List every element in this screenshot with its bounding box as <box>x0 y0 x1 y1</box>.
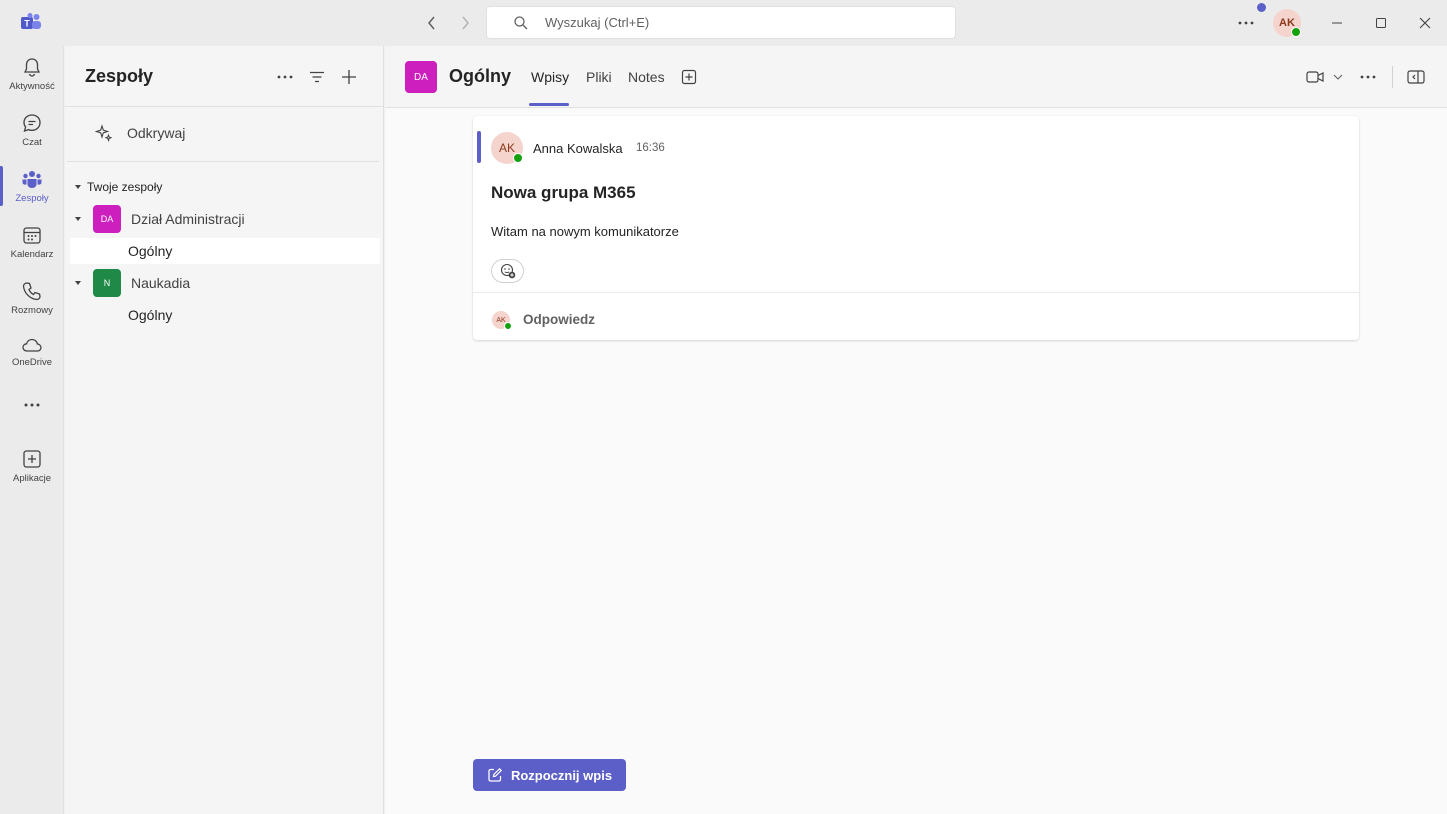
channel-title: Ogólny <box>449 66 511 86</box>
post-card: AK Anna Kowalska 16:36 Nowa grupa M365 W… <box>473 116 1359 340</box>
team-initials: DA <box>100 214 114 224</box>
section-label: Twoje zespoły <box>87 180 163 194</box>
rail-item-chat[interactable]: Czat <box>0 106 64 160</box>
add-team-icon[interactable] <box>338 66 360 88</box>
chevron-down-icon <box>75 281 81 285</box>
tab-notes[interactable]: Notes <box>628 69 665 85</box>
chevron-down-icon <box>75 217 81 221</box>
channel-avatar: DA <box>405 61 437 93</box>
rail-label: Aktywność <box>9 81 55 92</box>
filter-icon[interactable] <box>306 66 328 88</box>
channel-initials: DA <box>414 71 428 83</box>
emoji-add-icon <box>500 263 515 279</box>
post-subject: Nowa grupa M365 <box>491 183 636 202</box>
channel-header: DA Ogólny Wpisy Pliki Notes <box>385 46 1447 108</box>
divider <box>65 106 384 107</box>
panel-title: Zespoły <box>85 66 154 86</box>
video-call-icon[interactable] <box>1306 66 1324 88</box>
presence-available-icon <box>1291 27 1301 37</box>
title-bar: T AK <box>0 0 1447 46</box>
rail-label: Czat <box>22 137 42 148</box>
add-tab-icon[interactable] <box>681 66 697 88</box>
channel-name: Ogólny <box>128 243 173 259</box>
discover-label: Odkrywaj <box>127 125 186 141</box>
presence-available-icon <box>504 322 512 330</box>
channel-item-ogolny[interactable]: Ogólny <box>70 302 380 328</box>
discover-item[interactable]: Odkrywaj <box>95 124 185 142</box>
chat-icon <box>23 114 41 133</box>
app-rail: Aktywność Czat Zespoły Kalendarz Rozmowy… <box>0 46 64 814</box>
post-body: Witam na nowym komunikatorze <box>491 224 679 239</box>
rail-label: Kalendarz <box>10 249 54 260</box>
add-app-icon <box>23 450 41 468</box>
rail-label: Rozmowy <box>11 305 53 316</box>
search-box[interactable] <box>486 6 956 39</box>
cloud-icon <box>22 338 42 352</box>
team-avatar: N <box>93 269 121 297</box>
teams-panel: Zespoły Odkrywaj Twoje zespoły DA Dział … <box>65 46 384 814</box>
start-post-label: Rozpocznij wpis <box>510 767 613 783</box>
team-avatar: DA <box>93 205 121 233</box>
close-icon[interactable] <box>1412 10 1438 36</box>
rail-item-calls[interactable]: Rozmowy <box>0 274 64 328</box>
notification-dot <box>1257 3 1266 12</box>
calendar-icon <box>23 227 41 244</box>
rail-label: Aplikacje <box>12 473 52 484</box>
divider <box>1392 66 1393 88</box>
chevron-down-icon <box>75 185 81 189</box>
rail-item-onedrive[interactable]: OneDrive <box>0 330 64 384</box>
more-options-icon[interactable] <box>1236 13 1256 33</box>
phone-icon <box>22 282 41 301</box>
channel-name: Ogólny <box>128 307 173 323</box>
post-accent-bar <box>477 131 481 163</box>
divider <box>67 161 379 162</box>
back-arrow-icon[interactable] <box>422 13 442 33</box>
channel-main: DA Ogólny Wpisy Pliki Notes AK Anna Kowa… <box>385 46 1447 814</box>
sparkle-icon <box>95 124 113 142</box>
more-icon <box>24 403 40 407</box>
team-item-dzial-administracji[interactable]: DA Dział Administracji <box>75 205 245 233</box>
post-author[interactable]: Anna Kowalska <box>533 141 623 156</box>
start-post-button[interactable]: Rozpocznij wpis <box>473 759 626 791</box>
maximize-icon[interactable] <box>1368 10 1394 36</box>
add-reaction-button[interactable] <box>491 259 524 283</box>
svg-text:T: T <box>24 19 30 29</box>
channel-item-ogolny[interactable]: Ogólny <box>70 238 380 264</box>
minimize-icon[interactable] <box>1324 10 1350 36</box>
teams-logo-icon: T <box>21 13 41 29</box>
rail-label: OneDrive <box>11 357 53 368</box>
rail-item-teams[interactable]: Zespoły <box>0 162 64 216</box>
active-tab-indicator <box>529 103 569 106</box>
open-pane-icon[interactable] <box>1407 66 1425 88</box>
forward-arrow-icon[interactable] <box>455 13 475 33</box>
channel-more-icon[interactable] <box>1360 66 1376 88</box>
rail-item-more[interactable] <box>0 392 64 418</box>
team-item-naukadia[interactable]: N Naukadia <box>75 269 190 297</box>
bell-icon <box>23 58 41 77</box>
search-input[interactable] <box>545 15 925 30</box>
panel-more-icon[interactable] <box>274 66 296 88</box>
rail-item-apps[interactable]: Aplikacje <box>0 442 64 496</box>
compose-icon <box>488 767 502 782</box>
reply-button[interactable]: Odpowiedz <box>523 312 595 327</box>
team-name: Dział Administracji <box>131 211 245 227</box>
chevron-down-icon[interactable] <box>1333 66 1343 88</box>
search-icon <box>514 15 528 29</box>
team-name: Naukadia <box>131 275 191 291</box>
tab-posts[interactable]: Wpisy <box>531 69 569 85</box>
author-initials: AK <box>498 141 515 155</box>
your-teams-header[interactable]: Twoje zespoły <box>75 180 162 194</box>
rail-item-activity[interactable]: Aktywność <box>0 50 64 104</box>
rail-item-calendar[interactable]: Kalendarz <box>0 218 64 272</box>
post-timestamp: 16:36 <box>636 142 665 154</box>
divider <box>473 292 1359 293</box>
team-initials: N <box>103 278 111 288</box>
presence-available-icon <box>513 153 523 163</box>
rail-label: Zespoły <box>15 193 49 204</box>
teams-icon <box>22 171 42 188</box>
tab-files[interactable]: Pliki <box>586 69 612 85</box>
